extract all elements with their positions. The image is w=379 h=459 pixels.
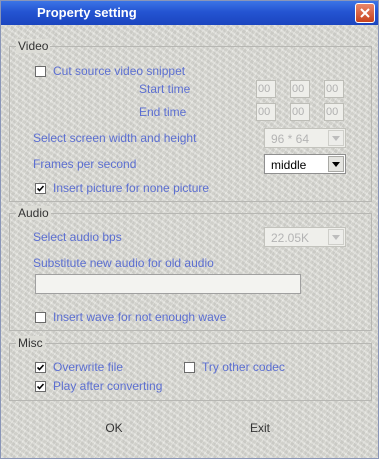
chevron-down-icon[interactable]: [328, 156, 344, 172]
checkmark-icon: [37, 364, 44, 371]
audio-group: Audio Select audio bps 22.05K Substitute…: [9, 206, 372, 331]
video-group: Video Cut source video snippet Start tim…: [9, 39, 372, 202]
start-time-hour-field[interactable]: 00: [256, 80, 276, 98]
video-legend: Video: [16, 39, 51, 53]
end-time-hour-field[interactable]: 00: [256, 103, 276, 121]
fps-label: Frames per second: [33, 157, 137, 171]
insert-picture-label: Insert picture for none picture: [53, 181, 210, 195]
window-title: Property setting: [37, 5, 137, 20]
fps-select[interactable]: middle: [264, 154, 346, 174]
close-button[interactable]: [355, 3, 375, 23]
start-time-second-field[interactable]: 00: [324, 80, 344, 98]
play-after-converting-checkbox[interactable]: [35, 381, 46, 392]
insert-wave-label: Insert wave for not enough wave: [53, 310, 227, 324]
play-after-converting-label: Play after converting: [53, 379, 163, 393]
insert-wave-checkbox[interactable]: [35, 312, 46, 323]
overwrite-file-label: Overwrite file: [53, 360, 124, 374]
checkmark-icon: [37, 383, 44, 390]
screen-size-label: Select screen width and height: [33, 131, 197, 145]
insert-picture-checkbox[interactable]: [35, 183, 46, 194]
start-time-minute-field[interactable]: 00: [290, 80, 310, 98]
substitute-audio-path-field[interactable]: [35, 274, 301, 294]
misc-group: Misc Overwrite file Try other codec Play…: [9, 336, 372, 401]
overwrite-file-checkbox[interactable]: [35, 362, 46, 373]
chevron-down-icon[interactable]: [328, 229, 344, 245]
screen-size-select[interactable]: 96 * 64: [264, 128, 346, 148]
chevron-down-icon[interactable]: [328, 130, 344, 146]
end-time-minute-field[interactable]: 00: [290, 103, 310, 121]
fps-value: middle: [271, 158, 307, 172]
end-time-label: End time: [139, 105, 187, 119]
try-other-codec-label: Try other codec: [202, 360, 285, 374]
audio-bps-select[interactable]: 22.05K: [264, 227, 346, 247]
ok-button[interactable]: OK: [81, 417, 147, 439]
end-time-second-field[interactable]: 00: [324, 103, 344, 121]
cut-snippet-label: Cut source video snippet: [53, 64, 186, 78]
property-setting-dialog: Property setting Video Cut source video …: [0, 0, 379, 459]
exit-button[interactable]: Exit: [227, 417, 293, 439]
start-time-label: Start time: [139, 82, 191, 96]
try-other-codec-checkbox[interactable]: [184, 362, 195, 373]
title-bar[interactable]: Property setting: [1, 1, 378, 25]
checkmark-icon: [37, 185, 44, 192]
audio-bps-value: 22.05K: [271, 231, 310, 245]
close-icon: [360, 8, 370, 18]
substitute-audio-label: Substitute new audio for old audio: [33, 256, 214, 270]
misc-legend: Misc: [16, 336, 45, 350]
audio-legend: Audio: [16, 206, 51, 220]
screen-size-value: 96 * 64: [271, 132, 310, 146]
cut-snippet-checkbox[interactable]: [35, 66, 46, 77]
audio-bps-label: Select audio bps: [33, 230, 122, 244]
